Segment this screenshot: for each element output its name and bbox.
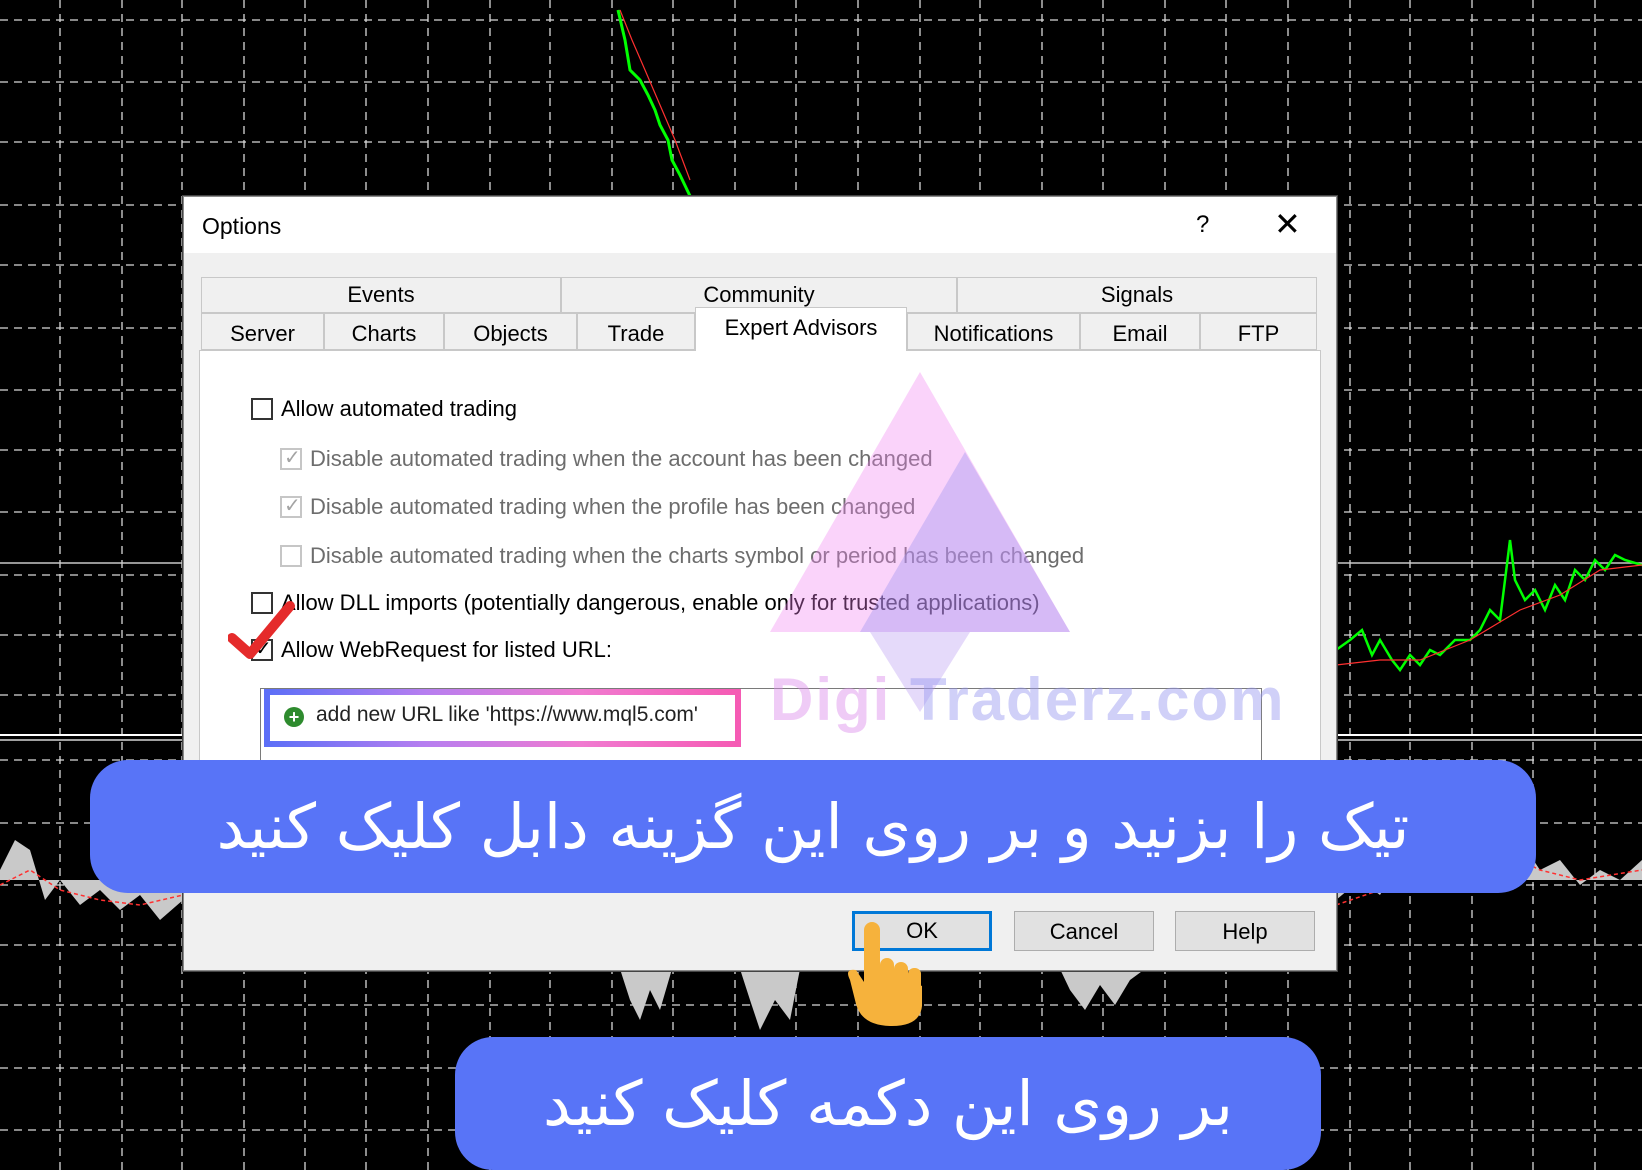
option-allow-automated-trading[interactable]: Allow automated trading bbox=[251, 395, 517, 422]
help-button[interactable]: Help bbox=[1175, 911, 1315, 951]
close-icon[interactable]: ✕ bbox=[1274, 205, 1301, 243]
add-url-icon[interactable]: + bbox=[284, 707, 304, 727]
instruction-banner-bottom: بر روی این دکمه کلیک کنید bbox=[455, 1037, 1321, 1170]
add-url-entry[interactable]: add new URL like 'https://www.mql5.com' bbox=[316, 703, 698, 727]
tab-charts[interactable]: Charts bbox=[324, 313, 444, 350]
dialog-title: Options bbox=[202, 213, 282, 239]
checkbox[interactable] bbox=[251, 398, 273, 421]
checkbox-disabled bbox=[280, 545, 302, 568]
tab-signals[interactable]: Signals bbox=[957, 277, 1317, 313]
tab-objects[interactable]: Objects bbox=[444, 313, 577, 350]
watermark-text: Digi Traderz.com bbox=[770, 666, 1286, 733]
tab-events[interactable]: Events bbox=[201, 277, 561, 313]
check-icon: ✓ bbox=[284, 495, 301, 518]
tab-expert-advisors[interactable]: Expert Advisors bbox=[695, 307, 907, 351]
checkbox-checked-disabled: ✓ bbox=[280, 495, 302, 519]
option-allow-dll-imports[interactable]: Allow DLL imports (potentially dangerous… bbox=[251, 589, 1040, 616]
price-line-right bbox=[1335, 539, 1642, 673]
help-icon[interactable]: ? bbox=[1196, 211, 1209, 239]
checkbox-checked-disabled: ✓ bbox=[280, 447, 302, 471]
tab-notifications[interactable]: Notifications bbox=[907, 313, 1080, 350]
dialog-titlebar: Options ? ✕ bbox=[184, 197, 1336, 253]
tab-server[interactable]: Server bbox=[201, 313, 324, 350]
pointing-hand-icon bbox=[848, 922, 922, 1026]
option-disable-on-profile-change: ✓ Disable automated trading when the prof… bbox=[280, 493, 915, 520]
tab-email[interactable]: Email bbox=[1080, 313, 1200, 350]
instruction-banner-top: تیک را بزنید و بر روی این گزینه دابل کلی… bbox=[90, 760, 1536, 893]
tab-ftp[interactable]: FTP bbox=[1200, 313, 1317, 350]
cancel-button[interactable]: Cancel bbox=[1014, 911, 1154, 951]
option-disable-on-symbol-change: Disable automated trading when the chart… bbox=[280, 542, 1084, 569]
option-disable-on-account-change: ✓ Disable automated trading when the acco… bbox=[280, 445, 933, 472]
tab-trade[interactable]: Trade bbox=[577, 313, 695, 350]
check-icon: ✓ bbox=[284, 447, 301, 470]
option-allow-webrequest[interactable]: ✓ Allow WebRequest for listed URL: bbox=[251, 636, 612, 663]
price-line-top bbox=[616, 9, 692, 197]
red-check-mark-icon bbox=[228, 601, 295, 659]
